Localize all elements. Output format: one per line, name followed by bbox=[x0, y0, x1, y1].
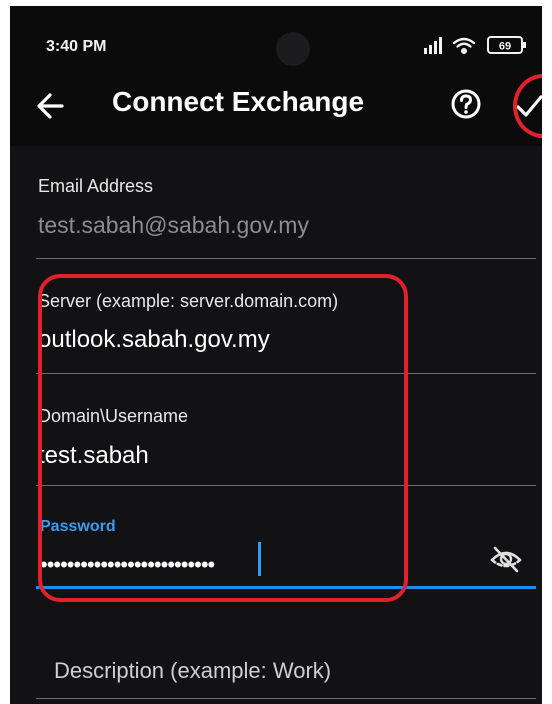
status-icons: 69 bbox=[424, 36, 526, 54]
signal-icon bbox=[424, 37, 442, 54]
email-underline bbox=[36, 258, 536, 259]
page-title: Connect Exchange bbox=[112, 86, 365, 117]
wifi-icon bbox=[452, 37, 476, 54]
eye-off-icon[interactable] bbox=[486, 542, 526, 576]
phone-screen: 3:40 PM 69 Connect Exchange Email Addres… bbox=[10, 6, 542, 704]
battery-level: 69 bbox=[499, 41, 511, 53]
description-underline bbox=[36, 698, 536, 699]
email-field[interactable]: test.sabah@sabah.gov.my bbox=[38, 212, 309, 239]
back-arrow-icon[interactable] bbox=[32, 88, 72, 124]
help-circle-icon[interactable] bbox=[450, 88, 482, 120]
status-time: 3:40 PM bbox=[46, 38, 107, 55]
app-bar bbox=[10, 6, 542, 146]
email-label: Email Address bbox=[38, 176, 154, 196]
battery-icon: 69 bbox=[487, 36, 526, 54]
description-field[interactable]: Description (example: Work) bbox=[54, 658, 331, 684]
front-camera bbox=[276, 32, 310, 66]
annotation-highlight-box bbox=[38, 274, 408, 602]
